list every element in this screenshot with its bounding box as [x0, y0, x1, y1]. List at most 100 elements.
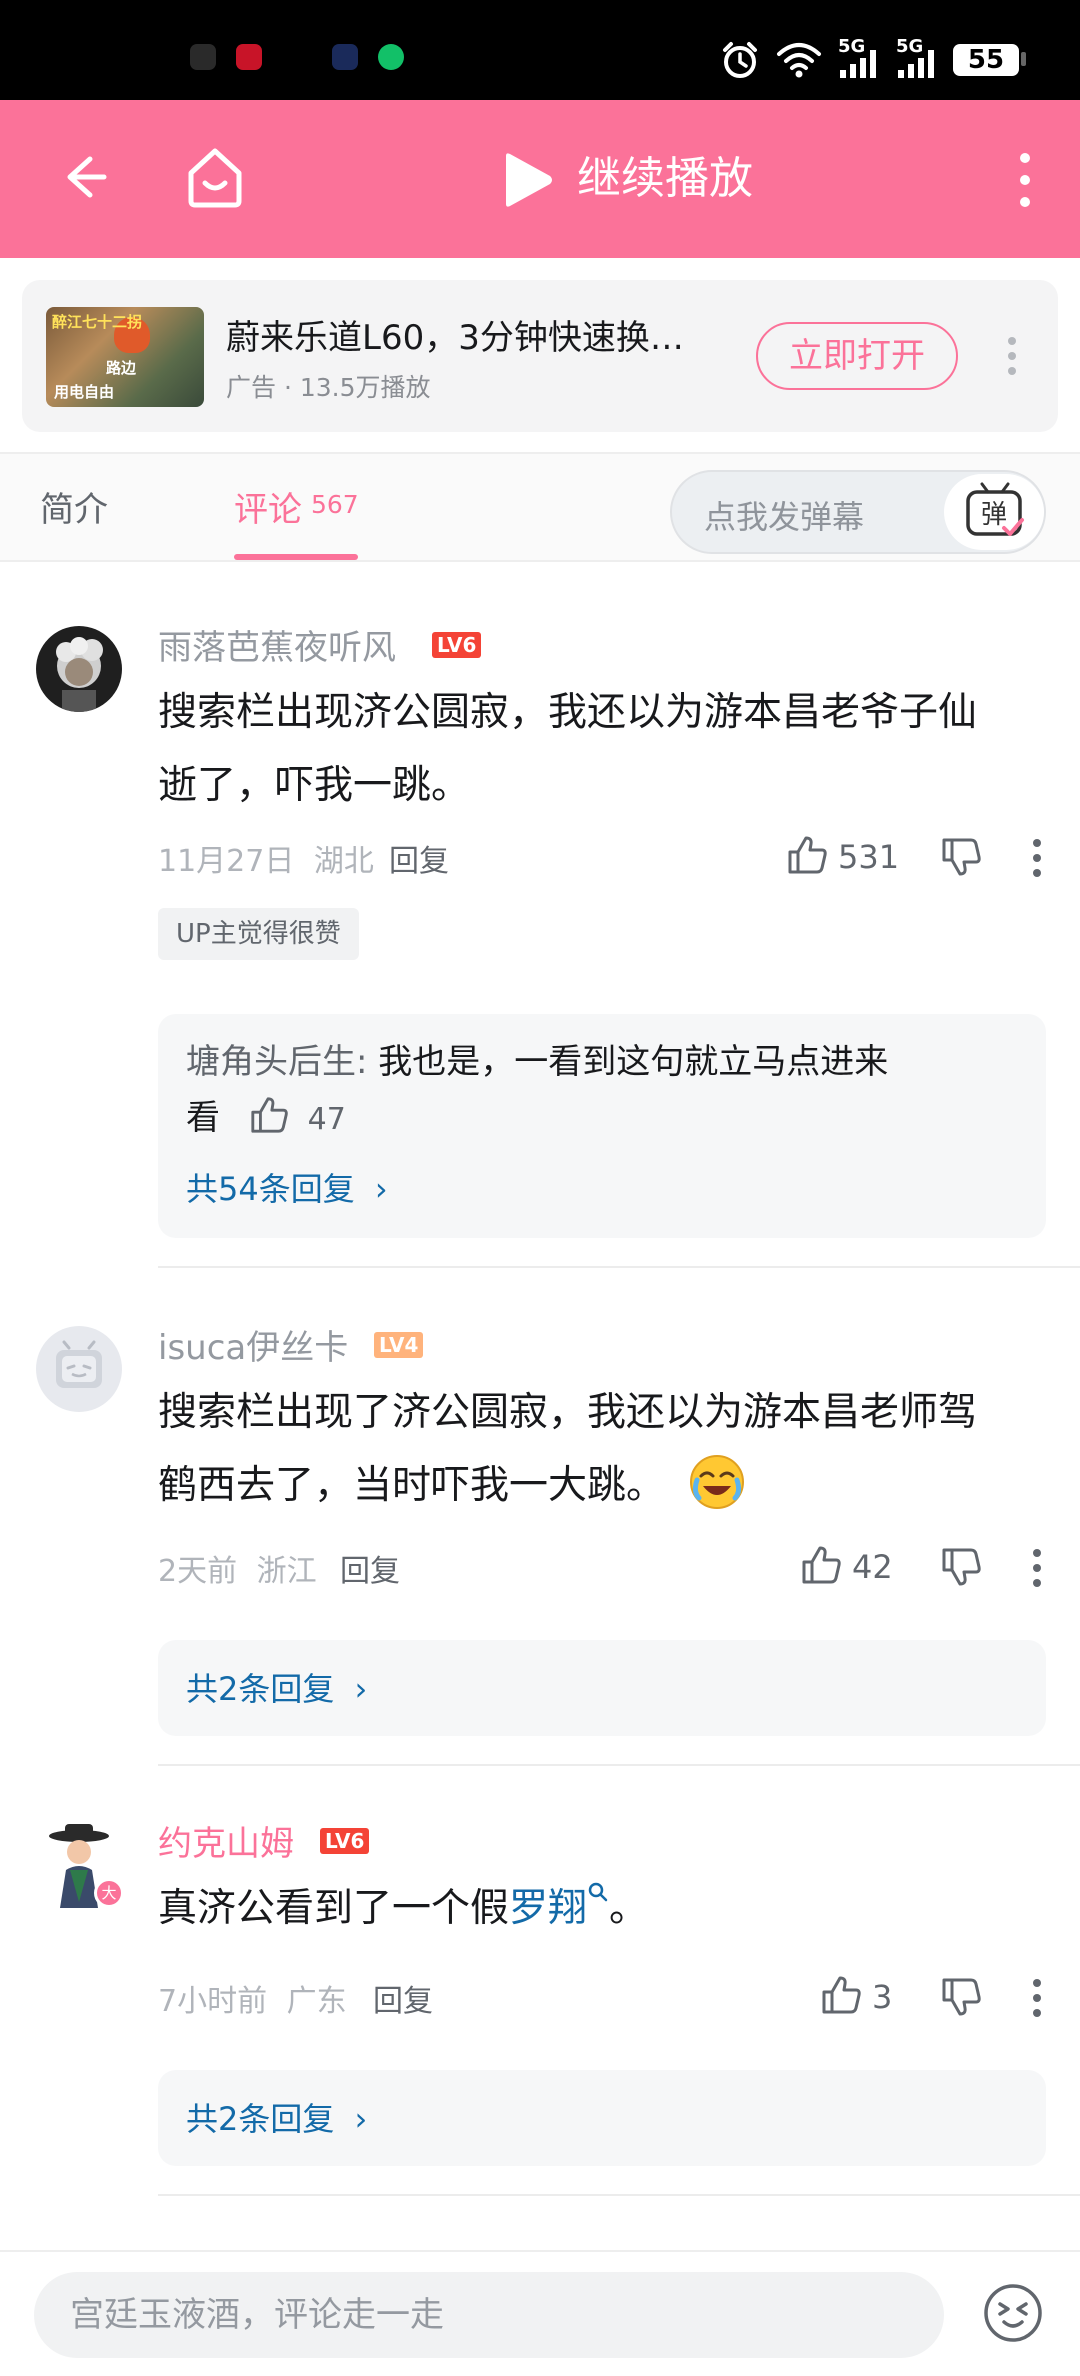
open-app-button[interactable]: 立即打开 [756, 322, 958, 390]
comment-location: 湖北 [313, 844, 374, 879]
username[interactable]: 约克山姆 [158, 1816, 294, 1865]
signal-icon [898, 50, 934, 78]
tab-intro[interactable]: 简介 [40, 482, 108, 531]
level-badge: LV4 [374, 1332, 424, 1358]
thumbs-up-icon [822, 1976, 861, 2014]
ad-more-icon[interactable] [1006, 335, 1018, 377]
like-count: 531 [838, 838, 900, 876]
reply-preview[interactable]: 塘角头后生: 我也是，一看到这句就立马点进来 看 47 共54条回复 › [158, 1014, 1046, 1238]
comment-location: 浙江 [256, 1554, 317, 1589]
comment-text-line: 搜索栏出现了济公圆寂，我还以为游本昌老师驾 [158, 1390, 978, 1435]
danmaku-placeholder: 点我发弹幕 [704, 498, 865, 536]
view-all-replies-label: 共2条回复 [186, 2100, 335, 2138]
ad-subtitle: 广告 · 13.5万播放 [226, 373, 431, 402]
alarm-icon [723, 42, 757, 78]
avatar[interactable] [36, 626, 122, 712]
sub-reply-line: 塘角头后生: 我也是，一看到这句就立马点进来 [186, 1034, 888, 1090]
signal-icon [840, 50, 876, 78]
like-button[interactable]: 531 [786, 834, 900, 880]
search-keyword-link[interactable]: 罗翔 [509, 1886, 587, 1931]
view-all-replies-link[interactable]: 共2条回复 › [186, 2094, 367, 2140]
reply-button[interactable]: 回复 [340, 1546, 400, 1590]
divider [158, 1764, 1080, 1766]
notification-icon [236, 44, 262, 70]
search-icon[interactable] [587, 1881, 609, 1903]
comment-text-line: 。 [609, 1886, 649, 1931]
danmaku-input[interactable]: 点我发弹幕 弹 [670, 470, 1046, 554]
sub-reply-line: 看 47 [186, 1090, 346, 1148]
divider [158, 1266, 1080, 1268]
comment-more-icon[interactable] [1032, 1978, 1042, 2018]
comment-more-icon[interactable] [1032, 1548, 1042, 1588]
avatar[interactable]: 大 [36, 1822, 124, 1908]
danmaku-icon-label: 弹 [981, 500, 1007, 530]
comment-text: 真济公看到了一个假罗翔。 [158, 1872, 1038, 1945]
comment-text-line: 鹤西去了，当时吓我一大跳。 [158, 1449, 1038, 1522]
status-bar: 5G 5G 55 [0, 0, 1080, 100]
home-icon[interactable] [183, 143, 247, 211]
username[interactable]: isuca伊丝卡 [158, 1320, 348, 1369]
comments-count: 567 [311, 490, 359, 519]
back-arrow-icon[interactable] [50, 145, 114, 209]
reply-preview[interactable]: 共2条回复 › [158, 2070, 1046, 2166]
comment-text-line: 真济公看到了一个假 [158, 1886, 510, 1931]
thumbs-down-icon[interactable] [940, 1976, 982, 2018]
chevron-right-icon: › [354, 1670, 368, 1708]
video-tabs: 简介 评论 567 点我发弹幕 弹 [0, 452, 1080, 562]
sub-reply-username[interactable]: 塘角头后生: [186, 1042, 367, 1082]
comment-input-bar: 宫廷玉液酒，评论走一走 [0, 2250, 1080, 2376]
view-all-replies-label: 共54条回复 [186, 1170, 355, 1208]
comment-text-line: 逝了，吓我一跳。 [158, 763, 471, 808]
comment-meta: 7小时前 广东 [158, 1976, 347, 2020]
emoji-icon [690, 1455, 745, 1509]
continue-playing-label[interactable]: 继续播放 [577, 148, 753, 210]
view-all-replies-link[interactable]: 共54条回复 › [186, 1164, 388, 1210]
play-icon[interactable] [500, 150, 556, 210]
up-liked-badge: UP主觉得很赞 [158, 908, 359, 960]
avatar-badge: 大 [94, 1878, 124, 1908]
like-button[interactable]: 42 [800, 1544, 900, 1590]
reply-button[interactable]: 回复 [389, 836, 449, 880]
level-badge: LV6 [320, 1828, 370, 1854]
danmaku-toggle-button[interactable]: 弹 [944, 474, 1044, 550]
comment-text: 搜索栏出现了济公圆寂，我还以为游本昌老师驾 鹤西去了，当时吓我一大跳。 [158, 1376, 1038, 1522]
username[interactable]: 雨落芭蕉夜听风 [158, 620, 396, 669]
ad-card[interactable]: 醉江七十二拐 路边 用电自由 蔚来乐道L60，3分钟快速换… 广告 · 13.5… [22, 280, 1058, 432]
like-count: 3 [872, 1978, 893, 2016]
thumbs-up-icon[interactable] [249, 1095, 289, 1135]
like-count: 42 [852, 1548, 893, 1586]
ad-thumbnail-text: 用电自由 [54, 383, 115, 401]
comment-meta: 2天前 浙江 [158, 1546, 317, 1590]
view-all-replies-link[interactable]: 共2条回复 › [186, 1664, 367, 1710]
thumbs-up-icon [802, 1546, 841, 1584]
like-button[interactable]: 3 [820, 1974, 900, 2020]
chevron-right-icon: › [374, 1170, 388, 1208]
avatar[interactable] [36, 1326, 122, 1412]
level-badge: LV6 [432, 632, 482, 658]
divider [158, 2194, 1080, 2196]
emoji-picker-icon[interactable] [982, 2282, 1044, 2344]
avatar-image [56, 1340, 102, 1388]
thumbs-down-icon[interactable] [940, 836, 982, 878]
comment-input[interactable]: 宫廷玉液酒，评论走一走 [34, 2272, 944, 2358]
comment-more-icon[interactable] [1032, 838, 1042, 878]
reply-preview[interactable]: 共2条回复 › [158, 1640, 1046, 1736]
comment-date: 7小时前 [158, 1984, 268, 2019]
thumbs-down-icon[interactable] [940, 1546, 982, 1588]
thumbs-up-icon [788, 836, 827, 874]
battery-tip [1021, 52, 1026, 66]
reply-button[interactable]: 回复 [373, 1976, 433, 2020]
ad-thumbnail-text: 路边 [106, 359, 137, 377]
ad-title[interactable]: 蔚来乐道L60，3分钟快速换… [226, 310, 684, 359]
notification-icon [378, 44, 404, 70]
chevron-right-icon: › [354, 2100, 368, 2138]
comment-text-line: 搜索栏出现济公圆寂，我还以为游本昌老爷子仙 [158, 690, 978, 735]
sub-reply-like-count: 47 [307, 1102, 346, 1137]
notification-icon [332, 44, 358, 70]
ad-thumbnail: 醉江七十二拐 路边 用电自由 [46, 307, 204, 407]
more-options-icon[interactable] [1010, 148, 1040, 212]
wifi-icon [777, 43, 821, 78]
tab-comments[interactable]: 评论 [234, 482, 302, 531]
comment-date: 11月27日 [158, 844, 295, 879]
ad-thumbnail-text: 醉江七十二拐 [52, 313, 143, 331]
